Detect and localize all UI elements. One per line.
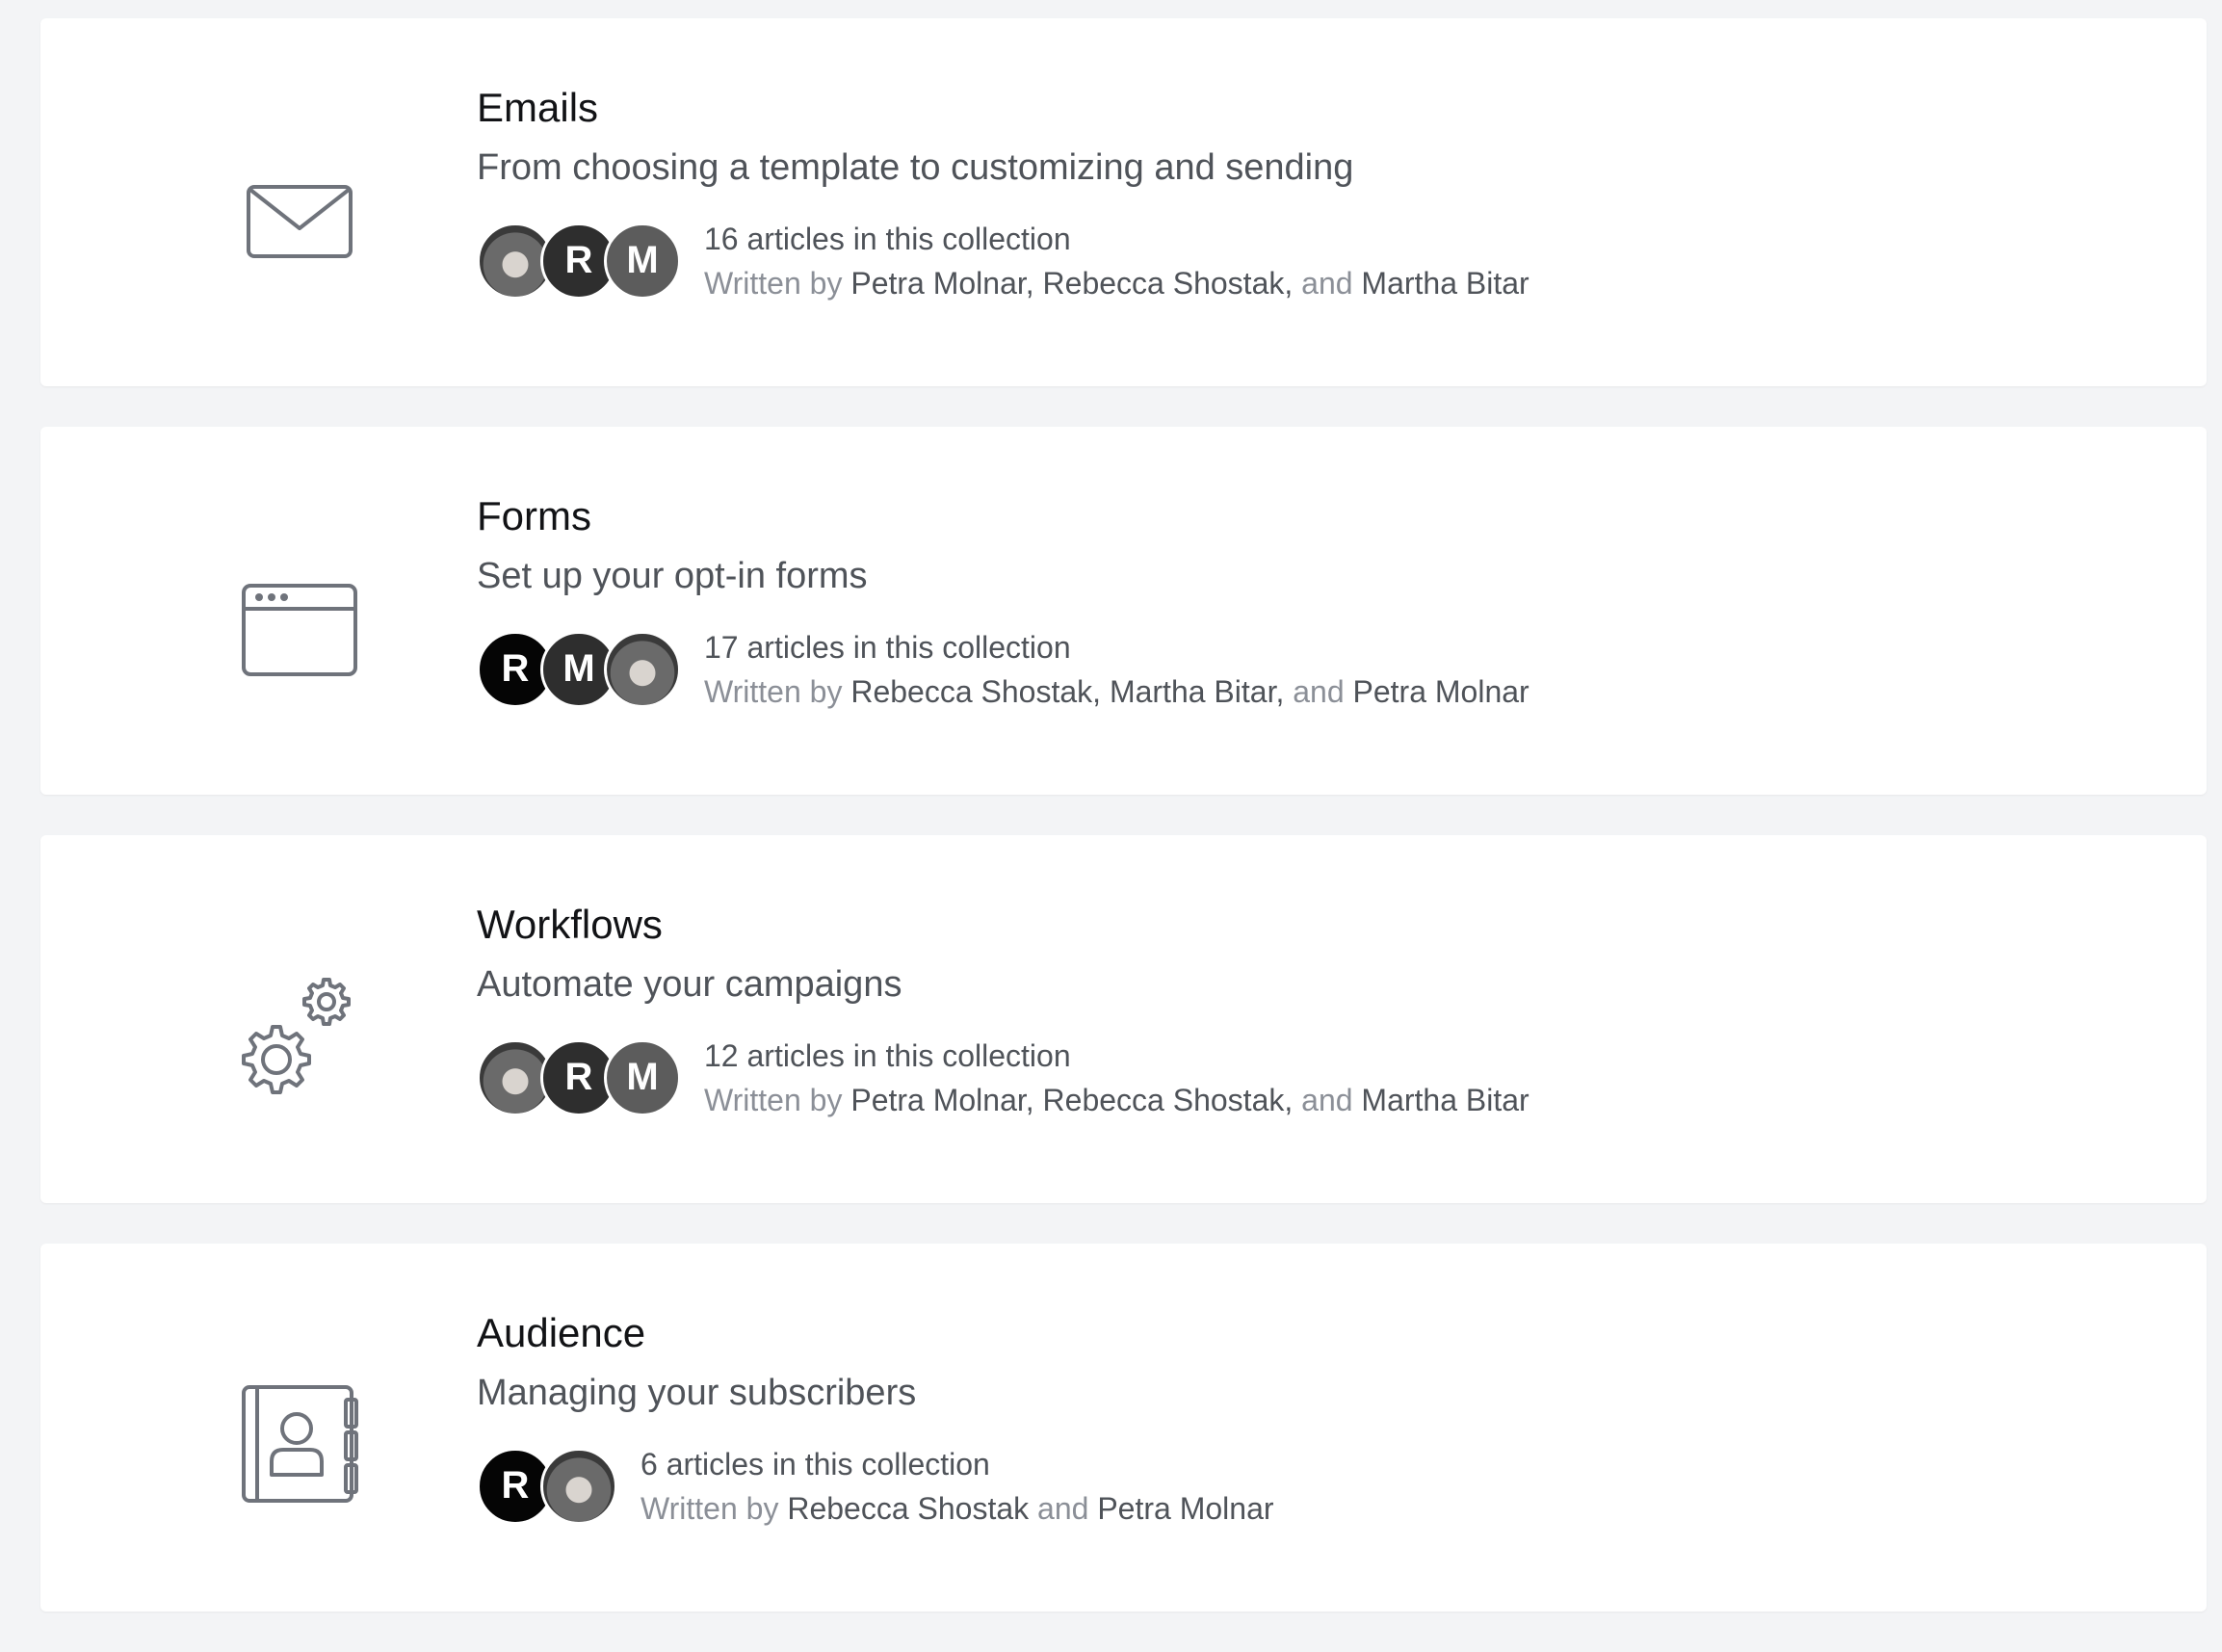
avatar-petra-molnar [604, 630, 681, 708]
collection-meta-text: 12 articles in this collection Written b… [704, 1034, 1529, 1122]
author-separator: , [1025, 265, 1043, 301]
and-label: and [1293, 673, 1345, 709]
author-avatars: R M [477, 1038, 681, 1116]
collection-description: Managing your subscribers [477, 1372, 917, 1413]
written-by-label: Written by [704, 265, 843, 301]
collection-text: Audience Managing your subscribers R 6 a… [477, 1307, 2149, 1527]
and-label: and [1301, 265, 1353, 301]
author-avatars: R M [477, 630, 681, 708]
gears-icon [195, 964, 406, 1099]
author-byline: Written by Rebecca Shostak and Petra Mol… [640, 1486, 1274, 1531]
author-name: Martha Bitar [1361, 265, 1529, 301]
collection-title: Forms [477, 493, 591, 538]
and-label: and [1301, 1082, 1353, 1117]
written-by-label: Written by [704, 673, 843, 709]
collection-meta: R M 16 articles in this collection Writt… [477, 221, 2149, 302]
collection-text: Emails From choosing a template to custo… [477, 82, 2149, 302]
collection-text: Workflows Automate your campaigns R M 12… [477, 899, 2149, 1118]
author-separator: , [1092, 673, 1110, 709]
author-name: Petra Molnar [1352, 673, 1529, 709]
collection-meta: R M 17 articles in this collection Writt… [477, 629, 2149, 710]
collection-meta: R M 12 articles in this collection Writt… [477, 1037, 2149, 1118]
browser-window-icon [195, 556, 406, 691]
collection-description: Automate your campaigns [477, 963, 902, 1005]
collection-meta-text: 6 articles in this collection Written by… [640, 1442, 1274, 1531]
author-separator: , [1275, 673, 1294, 709]
author-separator: , [1025, 1082, 1043, 1117]
avatar-martha-bitar: M [604, 222, 681, 300]
author-name: Rebecca Shostak [787, 1490, 1030, 1526]
collection-list: Emails From choosing a template to custo… [40, 18, 2207, 1652]
article-count: 17 articles in this collection [704, 629, 1071, 665]
author-name: Petra Molnar [850, 265, 1026, 301]
collection-title: Audience [477, 1310, 646, 1355]
author-name: Rebecca Shostak [1042, 265, 1285, 301]
collection-card-forms[interactable]: Forms Set up your opt-in forms R M 17 ar… [40, 427, 2207, 795]
author-separator: , [1284, 1082, 1302, 1117]
collection-meta-text: 17 articles in this collection Written b… [704, 625, 1529, 714]
article-count: 12 articles in this collection [704, 1037, 1071, 1073]
envelope-icon [195, 147, 406, 282]
collection-description: Set up your opt-in forms [477, 555, 868, 596]
written-by-label: Written by [704, 1082, 843, 1117]
author-byline: Written by Petra Molnar, Rebecca Shostak… [704, 1078, 1529, 1122]
collection-description: From choosing a template to customizing … [477, 146, 1354, 188]
avatar-martha-bitar: M [604, 1038, 681, 1116]
article-count: 6 articles in this collection [640, 1446, 990, 1482]
collection-card-workflows[interactable]: Workflows Automate your campaigns R M 12… [40, 835, 2207, 1203]
avatar-petra-molnar [540, 1447, 617, 1525]
author-name: Martha Bitar [1109, 673, 1276, 709]
written-by-label: Written by [640, 1490, 779, 1526]
collection-meta: R 6 articles in this collection Written … [477, 1446, 2149, 1527]
collection-text: Forms Set up your opt-in forms R M 17 ar… [477, 490, 2149, 710]
author-name: Petra Molnar [1097, 1490, 1274, 1526]
author-byline: Written by Rebecca Shostak, Martha Bitar… [704, 669, 1529, 714]
collection-title: Emails [477, 85, 599, 130]
collection-card-emails[interactable]: Emails From choosing a template to custo… [40, 18, 2207, 386]
author-name: Rebecca Shostak [1042, 1082, 1285, 1117]
author-avatars: R [477, 1447, 617, 1525]
collection-card-audience[interactable]: Audience Managing your subscribers R 6 a… [40, 1244, 2207, 1612]
author-avatars: R M [477, 222, 681, 300]
collection-meta-text: 16 articles in this collection Written b… [704, 217, 1529, 305]
author-name: Petra Molnar [850, 1082, 1026, 1117]
address-book-icon [195, 1373, 406, 1508]
collection-title: Workflows [477, 902, 663, 947]
author-name: Rebecca Shostak [850, 673, 1093, 709]
article-count: 16 articles in this collection [704, 221, 1071, 256]
author-name: Martha Bitar [1361, 1082, 1529, 1117]
and-label: and [1037, 1490, 1089, 1526]
author-separator: , [1284, 265, 1302, 301]
author-byline: Written by Petra Molnar, Rebecca Shostak… [704, 261, 1529, 305]
